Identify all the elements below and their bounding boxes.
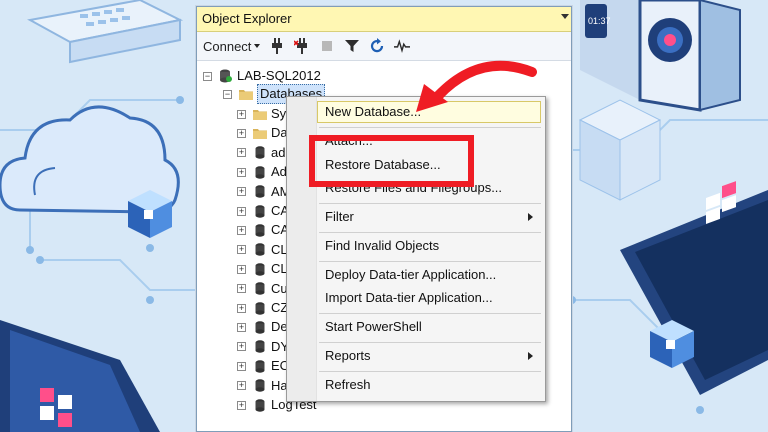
window-position-dropdown-icon[interactable] xyxy=(561,14,569,19)
database-icon xyxy=(252,340,267,354)
menu-item-import-data-tier[interactable]: Import Data-tier Application... xyxy=(317,287,541,309)
expand-toggle-icon[interactable]: + xyxy=(237,400,246,410)
menu-item-label: Deploy Data-tier Application... xyxy=(325,267,497,282)
tree-node-database[interactable]: + EC xyxy=(237,357,289,375)
tree-node-database[interactable]: + CA xyxy=(237,202,289,220)
submenu-arrow-icon xyxy=(528,213,533,221)
menu-item-reports[interactable]: Reports xyxy=(317,345,541,367)
database-icon xyxy=(252,262,267,276)
tree-node-server[interactable]: − LAB-SQL2012 xyxy=(203,67,321,85)
server-icon xyxy=(218,69,233,83)
menu-separator xyxy=(319,203,541,204)
menu-separator xyxy=(319,371,541,372)
tree-node-database[interactable]: + CA xyxy=(237,221,289,239)
expand-toggle-icon[interactable]: + xyxy=(237,245,246,255)
menu-item-label: Reports xyxy=(325,348,371,363)
database-icon xyxy=(252,165,267,179)
menu-item-label: Refresh xyxy=(325,377,371,392)
tree-node-label: Ad xyxy=(271,164,287,180)
tree-node-database[interactable]: + ad xyxy=(237,144,285,162)
database-icon xyxy=(252,301,267,315)
menu-item-find-invalid-objects[interactable]: Find Invalid Objects xyxy=(317,235,541,257)
activity-monitor-icon[interactable] xyxy=(394,38,411,54)
stop-icon[interactable] xyxy=(319,38,335,54)
expand-toggle-icon[interactable]: + xyxy=(237,225,246,235)
tree-node-label: ad xyxy=(271,144,286,160)
database-icon xyxy=(252,359,267,373)
highlight-box xyxy=(309,135,474,187)
expand-toggle-icon[interactable]: + xyxy=(237,109,246,119)
menu-item-label: Find Invalid Objects xyxy=(325,238,440,253)
expand-toggle-icon[interactable]: + xyxy=(237,381,246,391)
database-icon xyxy=(252,379,267,393)
menu-separator xyxy=(319,342,541,343)
chevron-down-icon xyxy=(254,44,261,48)
expand-toggle-icon[interactable]: + xyxy=(237,264,246,274)
expand-toggle-icon[interactable]: + xyxy=(237,361,246,371)
folder-icon xyxy=(252,126,267,140)
red-pointer-arrow-icon xyxy=(416,60,537,112)
tree-node-database[interactable]: + CL xyxy=(237,260,288,278)
expand-toggle-icon[interactable]: + xyxy=(237,187,246,197)
database-icon xyxy=(252,320,267,334)
tree-node-database[interactable]: + DY xyxy=(237,338,289,356)
disconnect-plug-icon[interactable] xyxy=(294,38,310,54)
database-icon xyxy=(252,185,267,199)
folder-icon xyxy=(252,107,267,121)
tree-node-database[interactable]: + Cu xyxy=(237,280,288,298)
database-icon xyxy=(252,398,267,412)
tree-node-database[interactable]: + CL xyxy=(237,241,288,259)
menu-item-label: Import Data-tier Application... xyxy=(325,290,493,305)
menu-item-filter[interactable]: Filter xyxy=(317,206,541,228)
connect-plug-icon[interactable] xyxy=(269,38,285,54)
expand-toggle-icon[interactable]: + xyxy=(237,206,246,216)
tree-node-database[interactable]: + AM xyxy=(237,183,291,201)
menu-separator xyxy=(319,313,541,314)
object-explorer-toolbar: Connect xyxy=(197,32,571,61)
filter-icon[interactable] xyxy=(344,38,360,54)
menu-item-label: Start PowerShell xyxy=(325,319,422,334)
expand-toggle-icon[interactable]: + xyxy=(237,303,246,313)
database-icon xyxy=(252,223,267,237)
database-icon xyxy=(252,282,267,296)
object-explorer-title: Object Explorer xyxy=(202,11,292,26)
folder-icon xyxy=(238,87,253,101)
menu-item-refresh[interactable]: Refresh xyxy=(317,374,541,396)
expand-toggle-icon[interactable]: + xyxy=(237,148,246,158)
connect-dropdown-button[interactable]: Connect xyxy=(203,38,261,54)
expand-toggle-icon[interactable]: + xyxy=(237,342,246,352)
tree-node-database[interactable]: + Ad xyxy=(237,163,287,181)
menu-item-label: Filter xyxy=(325,209,354,224)
svg-text:01:37: 01:37 xyxy=(588,16,611,26)
expand-toggle-icon[interactable]: + xyxy=(237,322,246,332)
expand-toggle-icon[interactable]: + xyxy=(237,167,246,177)
tree-node-database[interactable]: + De xyxy=(237,318,288,336)
refresh-icon[interactable] xyxy=(369,38,385,54)
tree-node-folder[interactable]: + Da xyxy=(237,124,288,142)
database-icon xyxy=(252,243,267,257)
submenu-arrow-icon xyxy=(528,352,533,360)
menu-item-start-powershell[interactable]: Start PowerShell xyxy=(317,316,541,338)
menu-separator xyxy=(319,261,541,262)
server-label: LAB-SQL2012 xyxy=(237,68,321,83)
connect-label: Connect xyxy=(203,38,252,54)
database-icon xyxy=(252,146,267,160)
tree-node-folder[interactable]: + Sys xyxy=(237,105,293,123)
menu-item-deploy-data-tier[interactable]: Deploy Data-tier Application... xyxy=(317,264,541,286)
database-icon xyxy=(252,204,267,218)
tree-node-database[interactable]: + Ha xyxy=(237,377,288,395)
menu-separator xyxy=(319,232,541,233)
expand-toggle-icon[interactable]: + xyxy=(237,128,246,138)
expand-toggle-icon[interactable]: + xyxy=(237,284,246,294)
object-explorer-title-bar: Object Explorer xyxy=(197,7,571,32)
tree-node-database[interactable]: + CZ xyxy=(237,299,288,317)
collapse-toggle-icon[interactable]: − xyxy=(203,71,212,81)
collapse-toggle-icon[interactable]: − xyxy=(223,89,232,99)
